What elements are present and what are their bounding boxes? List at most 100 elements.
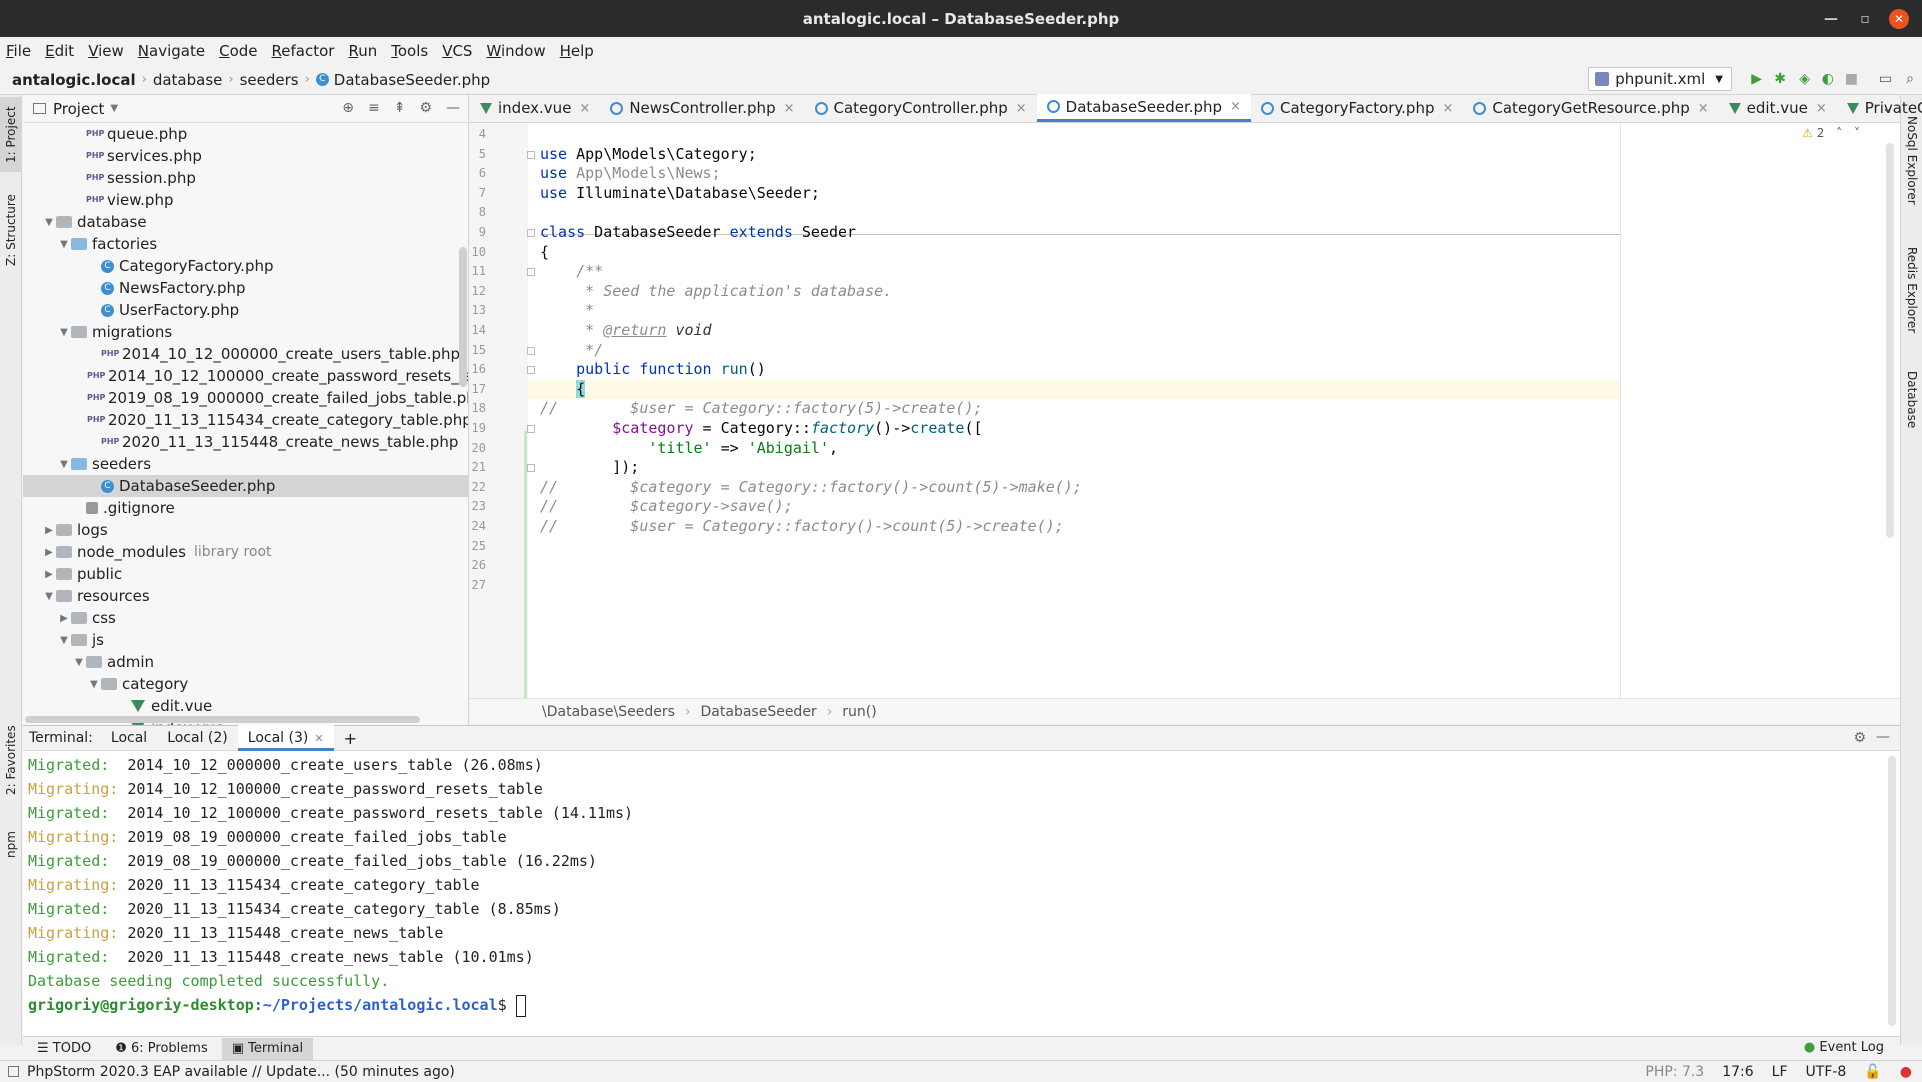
- gear-icon[interactable]: ⚙: [419, 100, 432, 116]
- terminal-scrollbar[interactable]: [1888, 756, 1896, 1026]
- menu-code[interactable]: Code: [219, 42, 257, 60]
- status-message[interactable]: PhpStorm 2020.3 EAP available // Update.…: [27, 1064, 455, 1080]
- expand-all-icon[interactable]: ≡: [368, 100, 380, 116]
- chevron-down-icon[interactable]: ▼: [87, 679, 101, 690]
- chevron-down-icon[interactable]: ▼: [110, 103, 118, 114]
- line-separator[interactable]: LF: [1772, 1064, 1788, 1080]
- terminal-output[interactable]: Migrated: 2014_10_12_000000_create_users…: [23, 751, 1900, 1036]
- chevron-down-icon[interactable]: ˅: [1854, 126, 1860, 140]
- editor-breadcrumb-class[interactable]: DatabaseSeeder: [701, 704, 817, 720]
- tree-item[interactable]: ▼ resources: [23, 585, 468, 607]
- code-line[interactable]: /**: [540, 262, 603, 282]
- add-terminal-icon[interactable]: +: [344, 729, 357, 748]
- fold-marker-icon[interactable]: [527, 464, 535, 473]
- tree-item[interactable]: C UserFactory.php: [23, 299, 468, 321]
- close-icon[interactable]: ×: [1016, 101, 1027, 116]
- tree-item[interactable]: edit.vue: [23, 695, 468, 717]
- chevron-right-icon[interactable]: ▶: [42, 547, 56, 558]
- tree-item[interactable]: PHP view.php: [23, 189, 468, 211]
- tree-item[interactable]: PHP 2020_11_13_115448_create_news_table.p…: [23, 431, 468, 453]
- code-line[interactable]: * @return void: [540, 321, 711, 341]
- tree-item[interactable]: ▼ seeders: [23, 453, 468, 475]
- menu-help[interactable]: Help: [560, 42, 594, 60]
- profile-icon[interactable]: ◐: [1822, 71, 1834, 87]
- caret-position[interactable]: 17:6: [1722, 1064, 1753, 1080]
- tree-item[interactable]: ▶ logs: [23, 519, 468, 541]
- inspections-widget[interactable]: ⚠ 2 ˄ ˅: [1802, 126, 1860, 140]
- chevron-down-icon[interactable]: ▼: [72, 657, 86, 668]
- terminal-tab[interactable]: Local: [101, 725, 157, 751]
- code-line[interactable]: use App\Models\News;: [540, 164, 721, 184]
- fold-marker-icon[interactable]: [527, 346, 535, 355]
- tool-tab-database[interactable]: Database: [1901, 360, 1922, 440]
- menu-view[interactable]: View: [88, 42, 124, 60]
- close-window-button[interactable]: ✕: [1882, 0, 1916, 37]
- php-version[interactable]: PHP: 7.3: [1645, 1064, 1704, 1080]
- chevron-down-icon[interactable]: ▼: [42, 591, 56, 602]
- chevron-down-icon[interactable]: ▼: [57, 459, 71, 470]
- menu-refactor[interactable]: Refactor: [272, 42, 335, 60]
- file-encoding[interactable]: UTF-8: [1806, 1064, 1847, 1080]
- terminal-button[interactable]: ▣ Terminal: [221, 1037, 314, 1060]
- editor-tab[interactable]: CategoryGetResource.php ×: [1463, 94, 1718, 122]
- editor-breadcrumb-namespace[interactable]: \Database\Seeders: [542, 704, 675, 720]
- tab-overflow-icon[interactable]: ⌄: [1882, 101, 1892, 115]
- close-icon[interactable]: ✕: [314, 732, 323, 745]
- tree-item[interactable]: PHP services.php: [23, 145, 468, 167]
- locate-file-icon[interactable]: ⊕: [342, 100, 354, 116]
- editor-breadcrumb-method[interactable]: run(): [842, 704, 876, 720]
- code-line[interactable]: // $category = Category::factory()->coun…: [540, 478, 1082, 498]
- menu-run[interactable]: Run: [348, 42, 377, 60]
- editor-tab[interactable]: PrivateChat.vue×: [1837, 94, 1922, 122]
- tree-horizontal-scrollbar[interactable]: [25, 716, 420, 723]
- coverage-icon[interactable]: ◈: [1799, 71, 1810, 87]
- close-icon[interactable]: ×: [1442, 101, 1453, 116]
- code-line[interactable]: ]);: [540, 458, 639, 478]
- tool-tab-structure[interactable]: Z: Structure: [0, 185, 22, 275]
- tree-item[interactable]: C NewsFactory.php: [23, 277, 468, 299]
- breadcrumb-seeders[interactable]: seeders: [240, 71, 299, 89]
- tree-item[interactable]: PHP queue.php: [23, 123, 468, 145]
- run-config-select[interactable]: phpunit.xml ▼: [1588, 67, 1732, 91]
- code-line[interactable]: use Illuminate\Database\Seeder;: [540, 184, 820, 204]
- terminal-prompt[interactable]: grigoriy@grigoriy-desktop:~/Projects/ant…: [28, 993, 1900, 1017]
- code-line[interactable]: {: [540, 243, 549, 263]
- tree-item[interactable]: ▶ css: [23, 607, 468, 629]
- chevron-down-icon[interactable]: ▼: [57, 239, 71, 250]
- todo-button[interactable]: ☰ TODO: [27, 1038, 101, 1060]
- tree-item[interactable]: ▼ admin: [23, 651, 468, 673]
- close-icon[interactable]: ×: [784, 101, 795, 116]
- tool-tab-favorites[interactable]: 2: Favorites: [0, 715, 22, 805]
- close-icon[interactable]: ×: [1230, 99, 1241, 114]
- tree-item[interactable]: ▼ js: [23, 629, 468, 651]
- tree-item[interactable]: .gitignore: [23, 497, 468, 519]
- code-line[interactable]: class DatabaseSeeder extends Seeder: [540, 223, 856, 243]
- code-line[interactable]: */: [540, 341, 603, 361]
- breadcrumb-project[interactable]: antalogic.local: [12, 71, 136, 89]
- code-line[interactable]: use App\Models\Category;: [540, 145, 757, 165]
- fold-marker-icon[interactable]: [527, 268, 535, 277]
- code-line[interactable]: *: [540, 301, 594, 321]
- code-editor[interactable]: 4 5 6 7 8 9 10 11 12 13 14 15 16 17 18 19 20 21 22 23 24 25 26…: [470, 123, 1900, 698]
- tree-item[interactable]: C CategoryFactory.php: [23, 255, 468, 277]
- minimize-button[interactable]: —: [1814, 0, 1848, 37]
- close-icon[interactable]: ×: [579, 101, 590, 116]
- breadcrumb-database[interactable]: database: [153, 71, 223, 89]
- editor-tab[interactable]: NewsController.php ×: [600, 94, 804, 122]
- gear-icon[interactable]: ⚙: [1853, 730, 1866, 746]
- terminal-tab[interactable]: Local (2): [157, 725, 238, 751]
- tree-item[interactable]: ▼ database: [23, 211, 468, 233]
- fold-marker-icon[interactable]: [527, 229, 535, 237]
- tree-item[interactable]: ▼ migrations: [23, 321, 468, 343]
- code-line[interactable]: // $category->save();: [540, 497, 793, 517]
- menu-window[interactable]: Window: [486, 42, 545, 60]
- editor-tab[interactable]: edit.vue ×: [1719, 94, 1837, 122]
- lock-icon[interactable]: 🔓: [1864, 1064, 1881, 1080]
- menu-navigate[interactable]: Navigate: [138, 42, 205, 60]
- editor-tab[interactable]: CategoryFactory.php ×: [1251, 94, 1463, 122]
- tree-item[interactable]: PHP 2019_08_19_000000_create_failed_jobs_…: [23, 387, 468, 409]
- code-line[interactable]: {: [528, 379, 1620, 400]
- search-icon[interactable]: ⌕: [1906, 71, 1914, 87]
- tool-tab-project[interactable]: 1: Project: [0, 97, 22, 172]
- tree-item[interactable]: ▶ public: [23, 563, 468, 585]
